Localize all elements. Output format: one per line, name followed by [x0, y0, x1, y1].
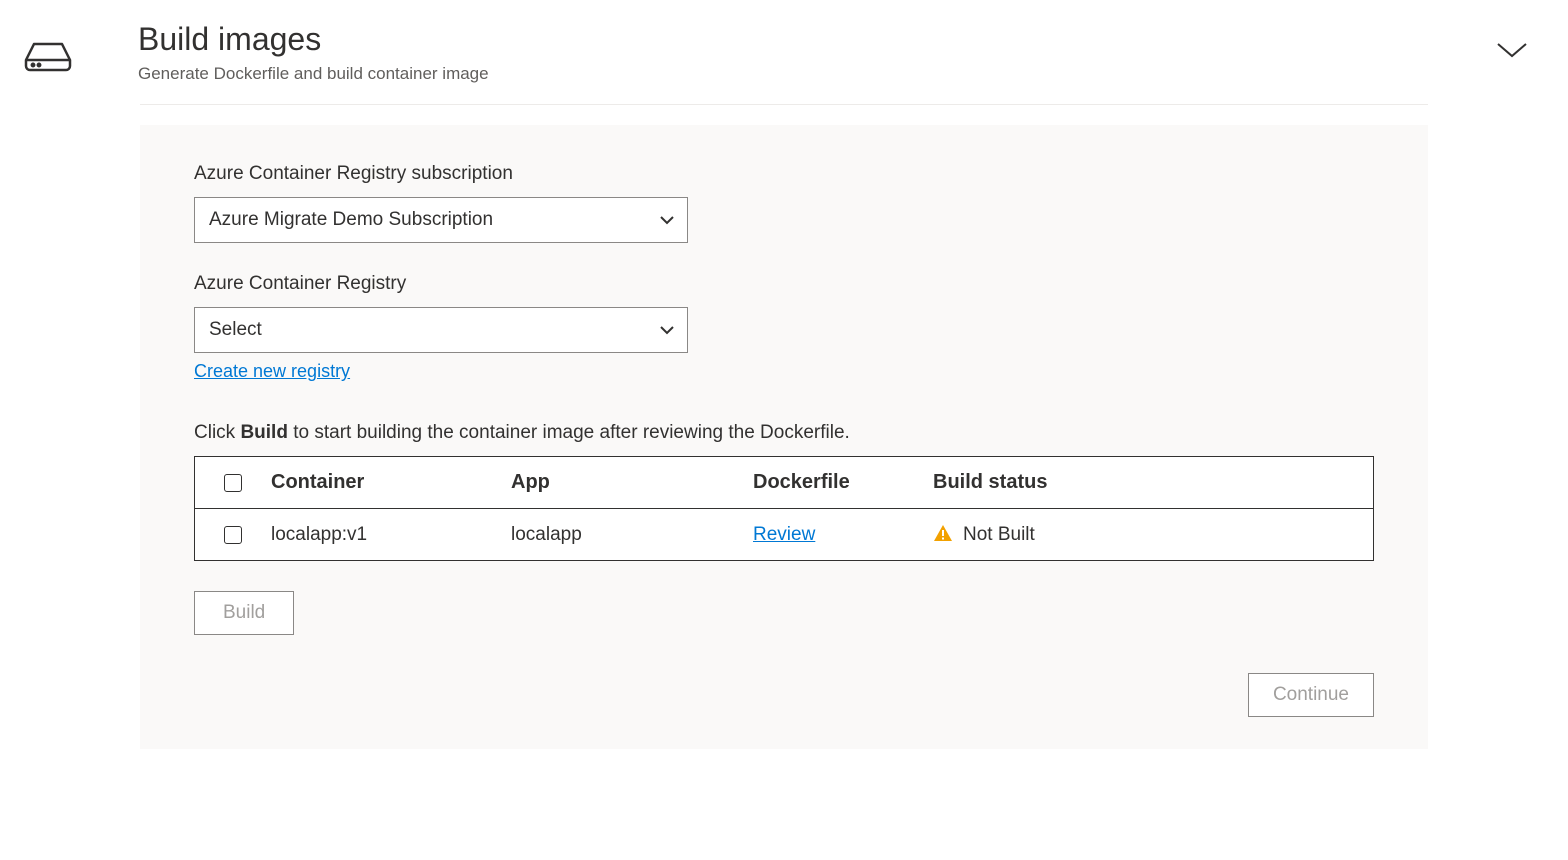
build-instruction: Click Build to start building the contai… [194, 422, 1374, 444]
page-title: Build images [138, 20, 1548, 58]
column-header-status: Build status [933, 471, 1373, 494]
create-registry-link[interactable]: Create new registry [194, 361, 350, 381]
column-header-dockerfile: Dockerfile [753, 471, 933, 494]
storage-drive-icon [20, 38, 76, 77]
build-button[interactable]: Build [194, 591, 294, 635]
select-all-checkbox[interactable] [224, 474, 242, 492]
registry-label: Azure Container Registry [194, 273, 1374, 295]
row-checkbox[interactable] [224, 526, 242, 544]
subscription-select-value: Azure Migrate Demo Subscription [209, 209, 493, 231]
divider [140, 104, 1428, 105]
instruction-prefix: Click [194, 422, 240, 443]
page-subtitle: Generate Dockerfile and build container … [138, 64, 1548, 84]
instruction-suffix: to start building the container image af… [288, 422, 850, 443]
subscription-label: Azure Container Registry subscription [194, 163, 1374, 185]
registry-field-group: Azure Container Registry Select Create n… [194, 273, 1374, 382]
page-header: Build images Generate Dockerfile and bui… [0, 20, 1568, 104]
content-panel: Azure Container Registry subscription Az… [140, 125, 1428, 749]
registry-select[interactable]: Select [194, 307, 688, 353]
column-header-app: App [511, 471, 753, 494]
subscription-field-group: Azure Container Registry subscription Az… [194, 163, 1374, 243]
instruction-bold: Build [240, 422, 288, 443]
cell-status: Not Built [963, 524, 1035, 546]
column-header-container: Container [271, 471, 511, 494]
collapse-chevron-icon[interactable] [1496, 40, 1528, 63]
continue-button[interactable]: Continue [1248, 673, 1374, 717]
chevron-down-icon [659, 209, 675, 231]
containers-table: Container App Dockerfile Build status lo… [194, 456, 1374, 561]
warning-icon [933, 523, 953, 546]
subscription-select[interactable]: Azure Migrate Demo Subscription [194, 197, 688, 243]
table-row: localapp:v1 localapp Review [195, 509, 1373, 560]
review-dockerfile-link[interactable]: Review [753, 524, 815, 545]
cell-container: localapp:v1 [271, 524, 511, 546]
cell-app: localapp [511, 524, 753, 546]
table-header-row: Container App Dockerfile Build status [195, 457, 1373, 509]
registry-select-value: Select [209, 319, 262, 341]
chevron-down-icon [659, 319, 675, 341]
